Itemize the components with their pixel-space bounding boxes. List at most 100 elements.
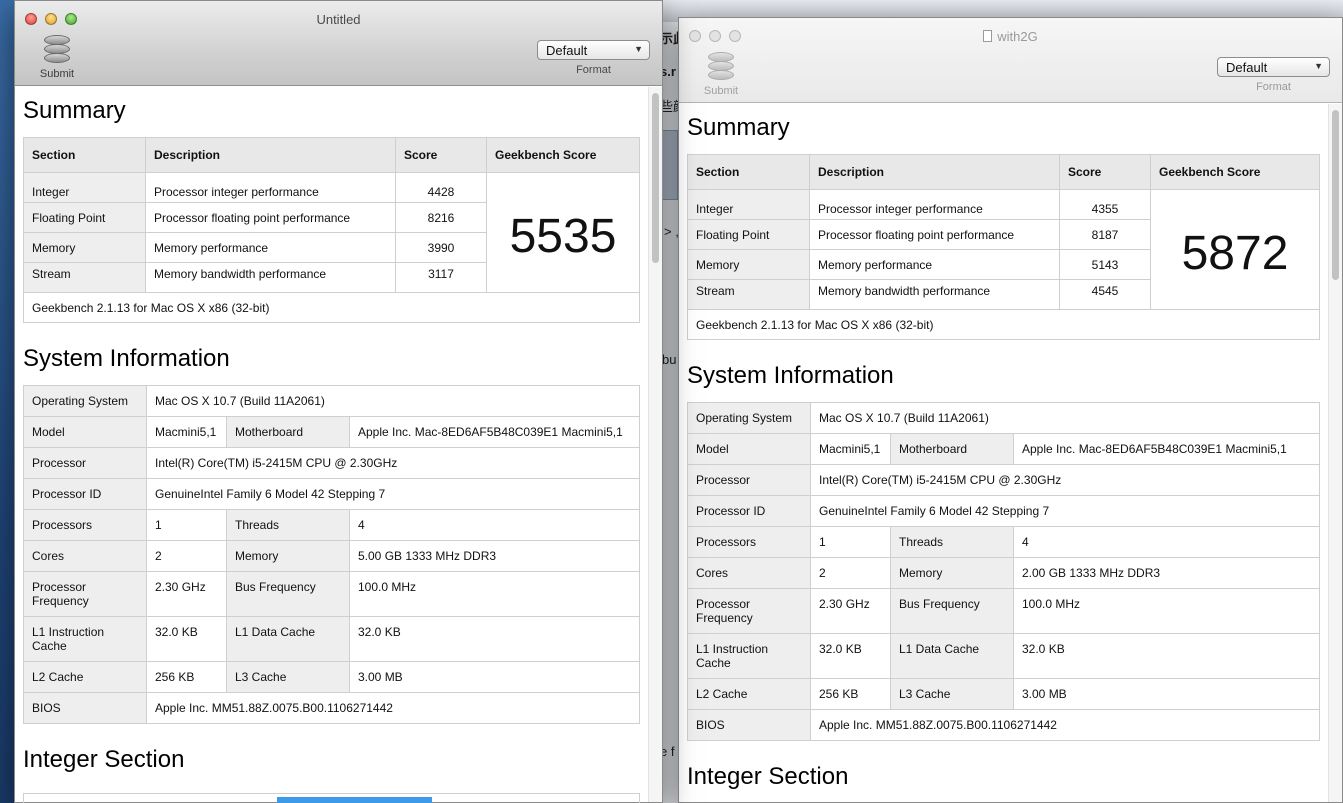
- format-select[interactable]: Default ▼: [1217, 57, 1330, 77]
- geekbench-score: 5872: [1150, 189, 1320, 310]
- summary-table: Section Description Score Geekbench Scor…: [23, 137, 640, 323]
- sys-label: Processors: [23, 509, 147, 541]
- summary-score: 8187: [1059, 219, 1151, 250]
- system-information-table: Operating System Mac OS X 10.7 (Build 11…: [23, 385, 640, 724]
- sys-label: L3 Cache: [226, 661, 350, 693]
- sys-row: Cores 2 Memory 2.00 GB 1333 MHz DDR3: [687, 557, 1320, 589]
- sys-model: Macmini5,1: [146, 416, 227, 448]
- sys-row: L1 Instruction Cache 32.0 KB L1 Data Cac…: [687, 633, 1320, 679]
- window-titlebar[interactable]: with2G Submit Default ▼ Format: [679, 18, 1342, 103]
- sys-row: Processor Frequency 2.30 GHz Bus Frequen…: [23, 571, 640, 617]
- sys-l2-cache: 256 KB: [810, 678, 891, 710]
- sys-label: Motherboard: [226, 416, 350, 448]
- vertical-scrollbar[interactable]: [648, 87, 662, 802]
- summary-score: 3117: [395, 262, 487, 293]
- database-icon: [44, 35, 70, 65]
- sys-row: L1 Instruction Cache 32.0 KB L1 Data Cac…: [23, 616, 640, 662]
- window-title-text: with2G: [997, 29, 1038, 44]
- sys-row: BIOS Apple Inc. MM51.88Z.0075.B00.110627…: [687, 709, 1320, 741]
- sys-processors: 1: [810, 526, 891, 558]
- sys-label: Processor ID: [23, 478, 147, 510]
- summary-header-row: Section Description Score Geekbench Scor…: [687, 154, 1320, 190]
- summary-row: Integer Processor integer performance 43…: [687, 189, 1320, 310]
- column-header: Description: [145, 137, 396, 173]
- summary-footer: Geekbench 2.1.13 for Mac OS X x86 (32-bi…: [687, 309, 1320, 340]
- summary-section: Integer: [687, 189, 810, 220]
- sys-l1-instruction-cache: 32.0 KB: [810, 633, 891, 679]
- background-text: bu: [662, 352, 677, 367]
- window-titlebar[interactable]: Untitled Submit Default ▼ Format: [15, 1, 662, 86]
- summary-description: Processor floating point performance: [809, 219, 1060, 250]
- sys-threads: 4: [349, 509, 640, 541]
- summary-description: Memory bandwidth performance: [145, 262, 396, 293]
- sys-row: Operating System Mac OS X 10.7 (Build 11…: [687, 402, 1320, 434]
- sys-processor-id: GenuineIntel Family 6 Model 42 Stepping …: [810, 495, 1320, 527]
- summary-header-row: Section Description Score Geekbench Scor…: [23, 137, 640, 173]
- sys-memory: 2.00 GB 1333 MHz DDR3: [1013, 557, 1320, 589]
- sys-label: L1 Data Cache: [890, 633, 1014, 679]
- column-header: Geekbench Score: [1150, 154, 1320, 190]
- sys-row: Processor Intel(R) Core(TM) i5-2415M CPU…: [687, 464, 1320, 496]
- scrollbar-thumb[interactable]: [652, 93, 659, 263]
- scrollbar-thumb[interactable]: [1332, 110, 1339, 280]
- report-window-with2g[interactable]: with2G Submit Default ▼ Format Summary S…: [678, 17, 1343, 803]
- report-content: Summary Section Description Score Geekbe…: [15, 87, 648, 802]
- window-title-text: Untitled: [316, 12, 361, 27]
- sys-operating-system: Mac OS X 10.7 (Build 11A2061): [146, 385, 640, 417]
- sys-processor: Intel(R) Core(TM) i5-2415M CPU @ 2.30GHz: [810, 464, 1320, 496]
- sys-label: Operating System: [23, 385, 147, 417]
- summary-score: 4428: [395, 172, 487, 203]
- sys-label: Model: [687, 433, 811, 465]
- column-header: Score: [395, 137, 487, 173]
- summary-section: Stream: [687, 279, 810, 310]
- format-label: Format: [576, 64, 611, 76]
- sys-label: BIOS: [23, 692, 147, 724]
- summary-footer-row: Geekbench 2.1.13 for Mac OS X x86 (32-bi…: [687, 309, 1320, 340]
- integer-section-heading: Integer Section: [687, 763, 849, 790]
- sys-l1-data-cache: 32.0 KB: [349, 616, 640, 662]
- sys-bios: Apple Inc. MM51.88Z.0075.B00.1106271442: [810, 709, 1320, 741]
- summary-footer: Geekbench 2.1.13 for Mac OS X x86 (32-bi…: [23, 292, 640, 323]
- system-information-table: Operating System Mac OS X 10.7 (Build 11…: [687, 402, 1320, 741]
- format-select[interactable]: Default ▼: [537, 40, 650, 60]
- summary-score: 4545: [1059, 279, 1151, 310]
- sys-label: L1 Data Cache: [226, 616, 350, 662]
- system-information-heading: System Information: [687, 362, 894, 389]
- geekbench-score: 5535: [486, 172, 640, 293]
- vertical-scrollbar[interactable]: [1328, 104, 1342, 802]
- background-text: > ,: [664, 224, 679, 239]
- database-icon: [708, 52, 734, 82]
- window-title: Untitled: [15, 12, 662, 27]
- system-information-heading: System Information: [23, 345, 230, 372]
- sys-row: Processor Intel(R) Core(TM) i5-2415M CPU…: [23, 447, 640, 479]
- column-header: Section: [23, 137, 146, 173]
- sys-label: Bus Frequency: [226, 571, 350, 617]
- sys-memory: 5.00 GB 1333 MHz DDR3: [349, 540, 640, 572]
- sys-label: Memory: [226, 540, 350, 572]
- sys-label: L2 Cache: [23, 661, 147, 693]
- summary-score: 4355: [1059, 189, 1151, 220]
- sys-model: Macmini5,1: [810, 433, 891, 465]
- sys-label: Processor: [687, 464, 811, 496]
- sys-row: Processor Frequency 2.30 GHz Bus Frequen…: [687, 588, 1320, 634]
- summary-description: Processor floating point performance: [145, 202, 396, 233]
- sys-label: Bus Frequency: [890, 588, 1014, 634]
- summary-section: Memory: [23, 232, 146, 263]
- sys-row: Model Macmini5,1 Motherboard Apple Inc. …: [23, 416, 640, 448]
- sys-row: Model Macmini5,1 Motherboard Apple Inc. …: [687, 433, 1320, 465]
- sys-label: L2 Cache: [687, 678, 811, 710]
- sys-row: Processor ID GenuineIntel Family 6 Model…: [687, 495, 1320, 527]
- submit-button[interactable]: Submit: [37, 35, 77, 80]
- sys-l3-cache: 3.00 MB: [1013, 678, 1320, 710]
- sys-row: Processors 1 Threads 4: [23, 509, 640, 541]
- sys-processor-id: GenuineIntel Family 6 Model 42 Stepping …: [146, 478, 640, 510]
- submit-button[interactable]: Submit: [701, 52, 741, 97]
- summary-description: Processor integer performance: [145, 172, 396, 203]
- sys-label: BIOS: [687, 709, 811, 741]
- sys-label: Processor: [23, 447, 147, 479]
- sys-row: L2 Cache 256 KB L3 Cache 3.00 MB: [687, 678, 1320, 710]
- report-window-untitled[interactable]: Untitled Submit Default ▼ Format Summary…: [14, 0, 663, 803]
- summary-score: 5143: [1059, 249, 1151, 280]
- summary-section: Floating Point: [23, 202, 146, 233]
- summary-description: Processor integer performance: [809, 189, 1060, 220]
